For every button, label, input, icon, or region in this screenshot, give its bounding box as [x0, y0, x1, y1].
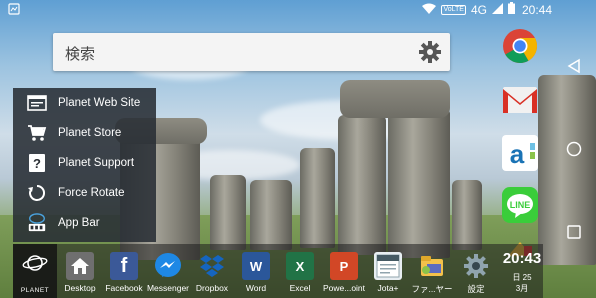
signal-icon: [491, 2, 503, 17]
rotate-icon: [27, 183, 47, 203]
clock-widget[interactable]: 20:43 日 25 3月: [500, 248, 544, 298]
status-bar: VoLTE 4G 20:44: [0, 0, 596, 20]
chrome-icon[interactable]: [502, 28, 538, 64]
search-input[interactable]: 検索: [65, 43, 95, 64]
home-button[interactable]: [566, 141, 582, 162]
svg-text:LINE: LINE: [510, 200, 531, 210]
recents-button[interactable]: [566, 224, 582, 245]
clock-widget-month: 3月: [515, 284, 529, 293]
word-icon: W: [242, 252, 270, 280]
home-icon: [66, 252, 94, 280]
messenger-icon: [154, 252, 182, 280]
app-bar-icon: [27, 213, 47, 233]
settings-icon: [462, 252, 490, 280]
powerpoint-icon: P: [330, 252, 358, 280]
menu-item-planet-store[interactable]: Planet Store: [13, 118, 156, 148]
file-manager-icon: [418, 252, 446, 280]
planet-popup-menu: Planet Web Site Planet Store ? Planet Su…: [13, 88, 156, 242]
browser-window-icon: [27, 93, 47, 113]
gear-icon[interactable]: [418, 40, 442, 64]
svg-text:a: a: [510, 139, 525, 169]
menu-item-planet-support[interactable]: ? Planet Support: [13, 148, 156, 178]
excel-icon: X: [286, 252, 314, 280]
planet-label: PLANET: [20, 287, 50, 294]
amazon-icon[interactable]: a: [502, 135, 538, 171]
line-icon[interactable]: LINE: [502, 187, 538, 223]
svg-text:?: ?: [33, 156, 41, 171]
network-type: 4G: [470, 2, 487, 17]
app-settings[interactable]: 設定: [454, 248, 498, 298]
clock-widget-day: 日 25: [512, 273, 532, 282]
jota-icon: [374, 252, 402, 280]
gmail-icon[interactable]: [502, 82, 538, 118]
cart-icon: [27, 123, 47, 143]
volte-badge: VoLTE: [441, 4, 466, 15]
planet-button[interactable]: PLANET: [13, 244, 57, 298]
menu-item-app-bar[interactable]: App Bar: [13, 208, 156, 238]
search-bar[interactable]: 検索: [53, 33, 450, 71]
dropbox-icon: [198, 252, 226, 280]
back-button[interactable]: [566, 58, 582, 79]
battery-icon: [507, 2, 515, 17]
navigation-bar: [552, 40, 596, 250]
notification-icon: [8, 3, 20, 18]
help-icon: ?: [27, 153, 47, 173]
status-clock: 20:44: [521, 2, 552, 17]
menu-item-planet-web-site[interactable]: Planet Web Site: [13, 88, 156, 118]
wifi-icon: [422, 3, 437, 17]
menu-item-force-rotate[interactable]: Force Rotate: [13, 178, 156, 208]
planet-icon: [22, 252, 48, 279]
clock-widget-time: 20:43: [502, 250, 542, 267]
facebook-icon: f: [110, 252, 138, 280]
